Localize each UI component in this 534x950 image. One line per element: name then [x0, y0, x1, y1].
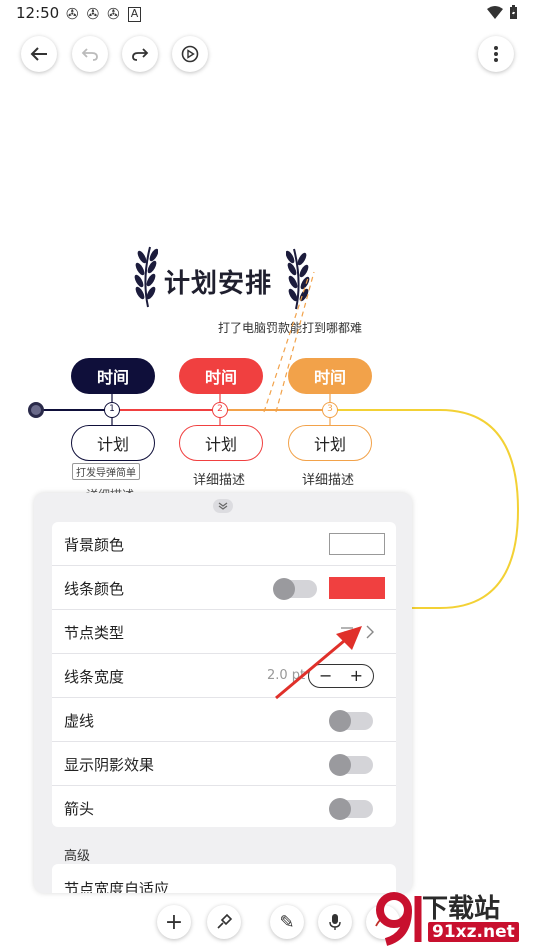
watermark-91-icon — [376, 892, 422, 946]
row-label: 箭头 — [64, 800, 95, 818]
time-node-1[interactable]: 时间 — [71, 358, 155, 394]
time-node-2[interactable]: 时间 — [179, 358, 263, 394]
watermark-title: 下载站 — [422, 894, 501, 924]
row-dashed-line[interactable]: 虚线 — [52, 698, 396, 742]
desc-node-2[interactable]: 详细描述 — [193, 469, 245, 488]
pointer-arrow-icon — [275, 626, 362, 700]
plus-icon: + — [164, 909, 184, 935]
voice-button[interactable] — [318, 905, 352, 939]
toggle-knob — [329, 798, 351, 820]
row-shadow[interactable]: 显示阴影效果 — [52, 742, 396, 786]
shadow-toggle[interactable] — [329, 754, 373, 776]
background-color-swatch[interactable] — [329, 533, 385, 555]
pen-icon: ✎ — [279, 911, 295, 933]
collapse-panel-handle[interactable] — [213, 499, 233, 513]
pen-button[interactable]: ✎ — [270, 905, 304, 939]
row-label: 显示阴影效果 — [64, 756, 155, 774]
style-brush-button[interactable] — [207, 905, 241, 939]
desc-node-3[interactable]: 详细描述 — [302, 469, 354, 488]
double-chevron-down-icon — [218, 502, 228, 510]
row-line-color[interactable]: 线条颜色 — [52, 566, 396, 610]
brush-icon — [217, 913, 233, 929]
row-label: 线条宽度 — [64, 668, 125, 686]
time-node-3[interactable]: 时间 — [288, 358, 372, 394]
node-number-1[interactable]: 1 — [104, 402, 120, 418]
row-arrow[interactable]: 箭头 — [52, 786, 396, 830]
toggle-knob — [329, 710, 351, 732]
add-node-button[interactable]: + — [157, 905, 191, 939]
desc-tag-1[interactable]: 打发导弹简单 — [72, 463, 140, 480]
line-color-swatch[interactable] — [329, 577, 385, 599]
advanced-card: 节点宽度自适应 — [52, 864, 396, 893]
partial-row-label[interactable]: 节点宽度自适应 — [64, 878, 169, 893]
arrow-toggle[interactable] — [329, 798, 373, 820]
row-label: 虚线 — [64, 712, 95, 730]
section-title-advanced: 高级 — [64, 849, 91, 864]
row-label: 线条颜色 — [64, 580, 125, 598]
row-label: 节点类型 — [64, 624, 125, 642]
plan-node-3[interactable]: 计划 — [288, 425, 372, 461]
dashed-line-toggle[interactable] — [329, 710, 373, 732]
watermark-url: 91xz.net — [428, 922, 519, 942]
node-number-2[interactable]: 2 — [212, 402, 228, 418]
line-color-toggle[interactable] — [273, 578, 317, 600]
root-node-dot[interactable] — [28, 402, 44, 418]
plan-node-1[interactable]: 计划 — [71, 425, 155, 461]
toggle-knob — [329, 754, 351, 776]
watermark-logo: 下载站 91xz.net — [372, 888, 534, 950]
node-number-3[interactable]: 3 — [322, 402, 338, 418]
microphone-icon — [329, 914, 341, 930]
toggle-knob — [273, 578, 295, 600]
row-background-color[interactable]: 背景颜色 — [52, 522, 396, 566]
row-label: 背景颜色 — [64, 536, 125, 554]
plan-node-2[interactable]: 计划 — [179, 425, 263, 461]
